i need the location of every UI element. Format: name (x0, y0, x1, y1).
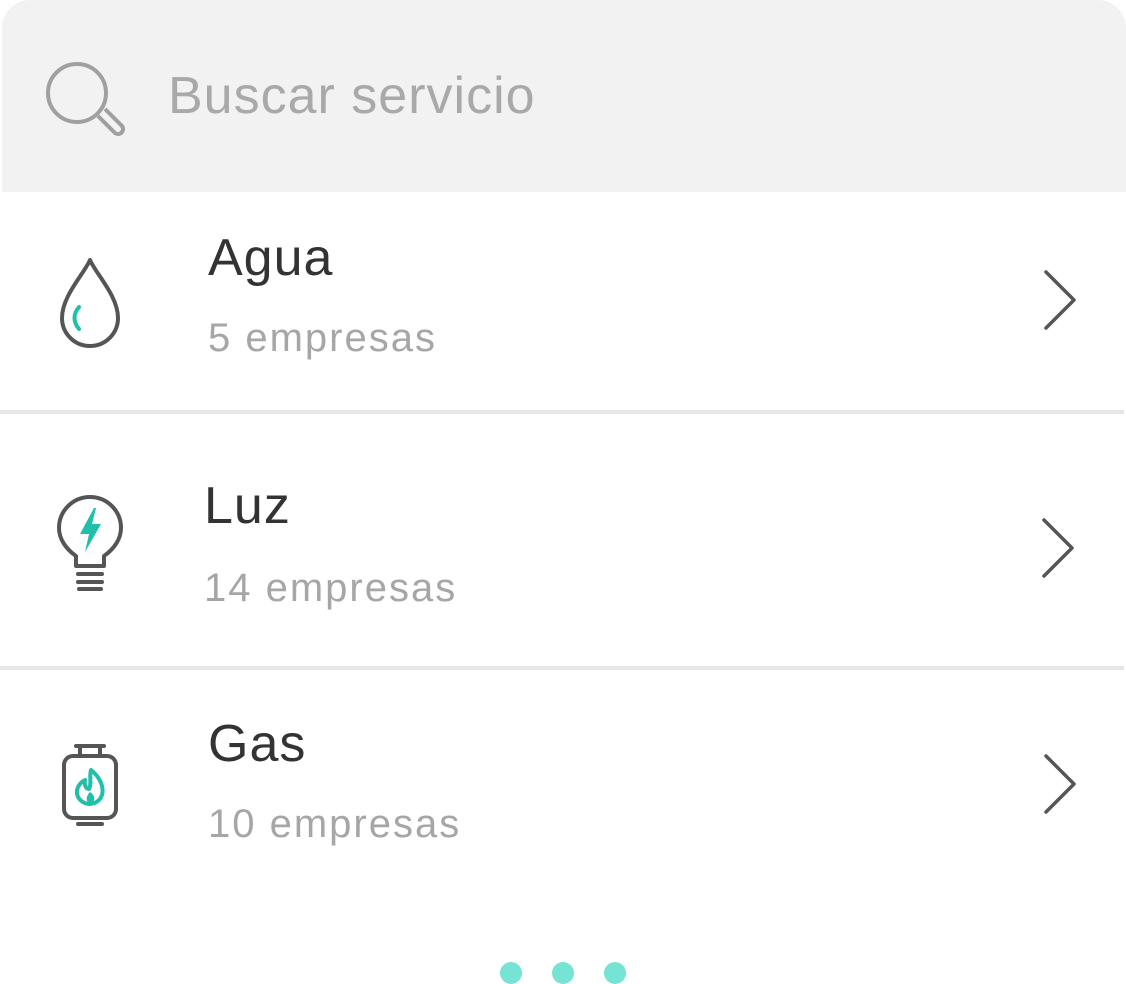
page-indicator[interactable] (498, 962, 630, 984)
gas-cylinder-icon (62, 744, 118, 826)
search-input[interactable] (168, 62, 1068, 130)
service-row-gas[interactable]: Gas 10 empresas (0, 670, 1126, 890)
page-dot[interactable] (604, 962, 626, 984)
page-dot[interactable] (500, 962, 522, 984)
lightbulb-icon (57, 495, 123, 591)
service-company-count: 5 empresas (208, 316, 437, 360)
service-title: Agua (208, 229, 334, 287)
water-drop-icon (60, 258, 120, 348)
service-row-luz[interactable]: Luz 14 empresas (0, 414, 1126, 666)
service-company-count: 14 empresas (204, 566, 458, 610)
service-company-count: 10 empresas (208, 802, 462, 846)
service-title: Luz (204, 477, 291, 535)
chevron-right-icon (1044, 270, 1076, 330)
service-row-agua[interactable]: Agua 5 empresas (0, 192, 1126, 412)
service-title: Gas (208, 715, 307, 773)
search-icon (46, 62, 125, 136)
chevron-right-icon (1042, 518, 1074, 578)
page-dot[interactable] (552, 962, 574, 984)
search-bar (2, 0, 1126, 192)
chevron-right-icon (1044, 754, 1076, 814)
